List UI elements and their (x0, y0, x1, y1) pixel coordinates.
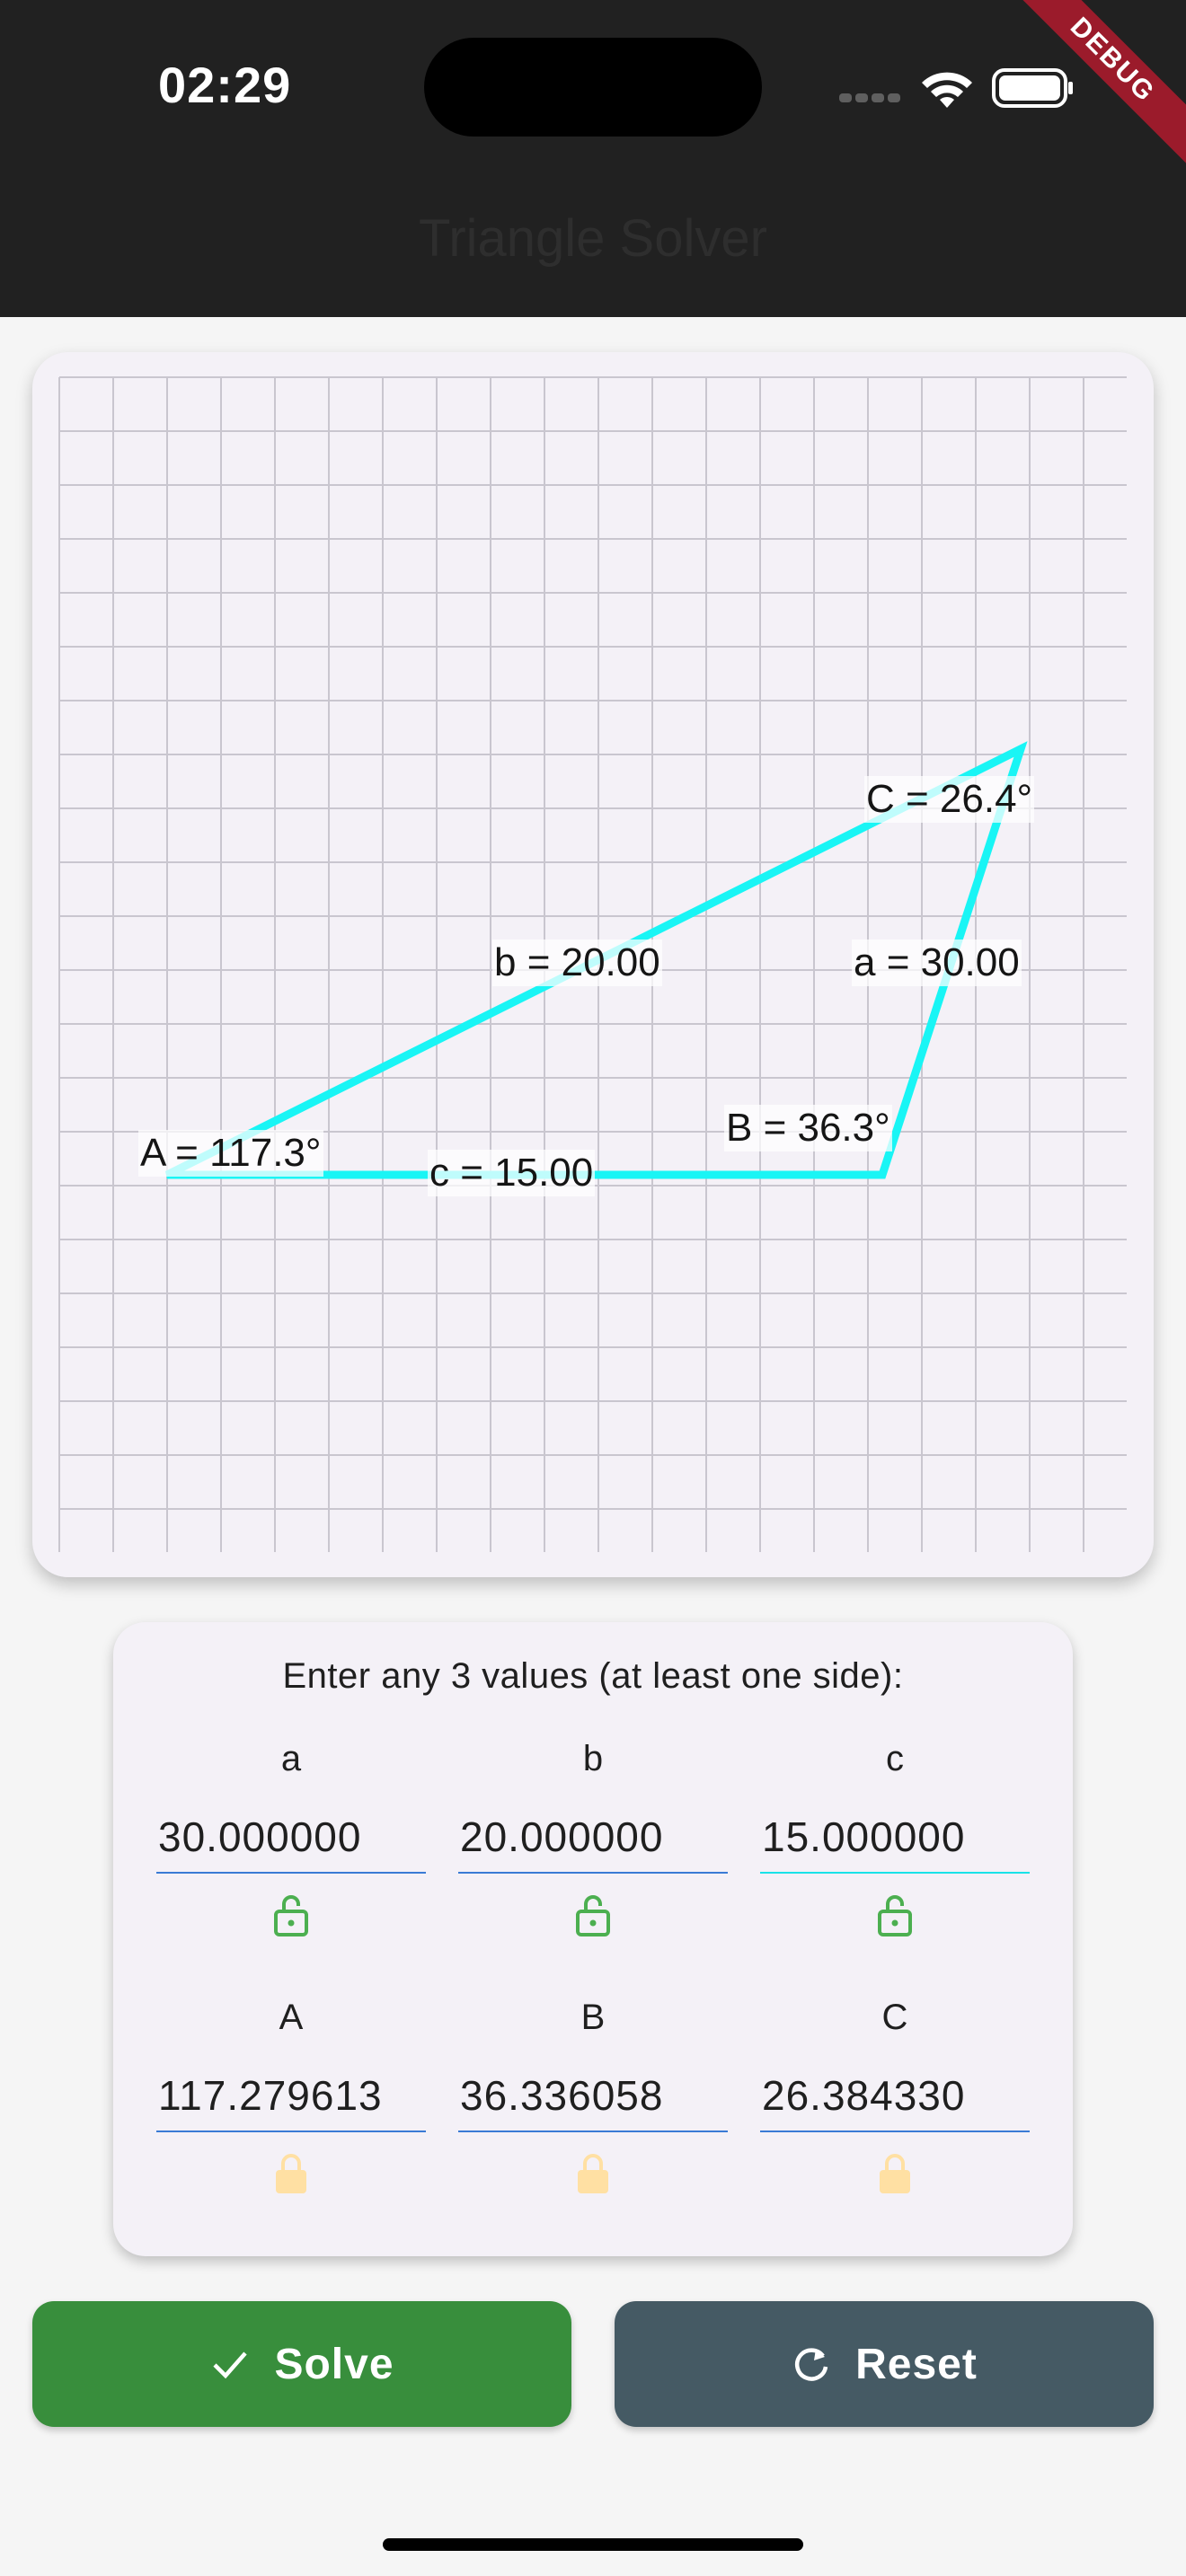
page-title: Triangle Solver (419, 209, 767, 268)
angle-C-label: C = 26.4° (864, 776, 1035, 823)
solve-button[interactable]: Solve (32, 2301, 571, 2427)
input-panel: Enter any 3 values (at least one side): … (113, 1622, 1073, 2256)
lock-icon[interactable] (273, 2152, 309, 2195)
side-c-field-label: c (886, 1739, 904, 1778)
angle-A-input[interactable] (156, 2060, 426, 2132)
instructions-text: Enter any 3 values (at least one side): (282, 1656, 904, 1696)
battery-icon (992, 68, 1073, 108)
side-a-field-label: a (280, 1739, 302, 1778)
side-b-label: b = 20.00 (492, 940, 662, 986)
status-time: 02:29 (158, 57, 292, 113)
home-indicator (383, 2538, 803, 2551)
side-b-field-label: b (582, 1739, 604, 1778)
angle-A-label: A = 117.3° (138, 1130, 323, 1177)
triangle-canvas: C = 26.4° b = 20.00 a = 30.00 B = 36.3° … (32, 352, 1154, 1577)
angle-C-field-label: C (881, 1998, 908, 2037)
angle-B-input[interactable] (458, 2060, 728, 2132)
angle-B-label: B = 36.3° (724, 1105, 892, 1151)
side-c-label: c = 15.00 (428, 1150, 596, 1196)
reset-button[interactable]: Reset (615, 2301, 1154, 2427)
reset-button-label: Reset (855, 2340, 978, 2388)
dynamic-island (424, 38, 762, 137)
angle-A-field-label: A (279, 1998, 304, 2037)
angle-C-input[interactable] (760, 2060, 1030, 2132)
lock-icon[interactable] (575, 2152, 611, 2195)
unlock-icon[interactable] (575, 1893, 611, 1936)
side-a-label: a = 30.00 (852, 940, 1022, 986)
solve-button-label: Solve (274, 2340, 394, 2388)
side-b-input[interactable] (458, 1802, 728, 1874)
refresh-icon (795, 2348, 828, 2381)
lock-icon[interactable] (877, 2152, 913, 2195)
side-a-input[interactable] (156, 1802, 426, 1874)
angle-B-field-label: B (580, 1998, 606, 2037)
unlock-icon[interactable] (273, 1893, 309, 1936)
check-icon (213, 2351, 248, 2379)
unlock-icon[interactable] (877, 1893, 913, 1936)
side-c-input[interactable] (760, 1802, 1030, 1874)
wifi-icon (922, 72, 972, 108)
app-bar: 02:29 DEBUG Triangle Solver (0, 0, 1186, 317)
